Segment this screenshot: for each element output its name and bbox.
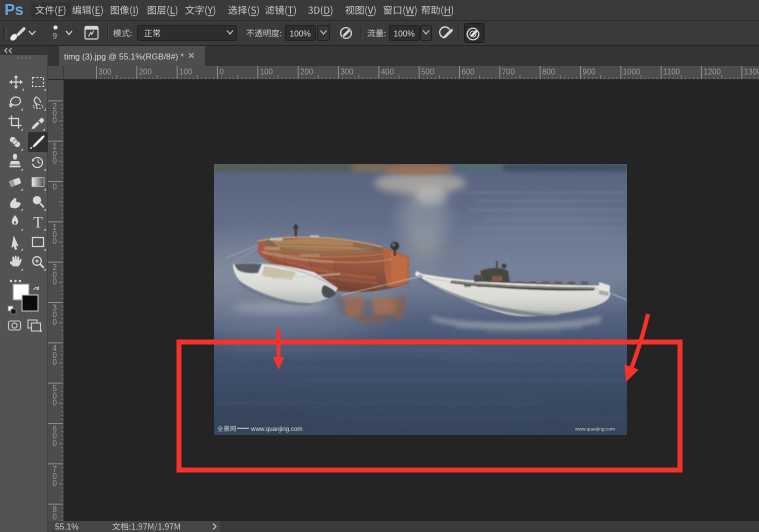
svg-text:300: 300 [99, 68, 113, 77]
svg-text:0: 0 [53, 183, 58, 192]
svg-text:0: 0 [53, 278, 58, 287]
svg-text:200: 200 [300, 68, 314, 77]
svg-text:400: 400 [381, 68, 395, 77]
svg-text:500: 500 [421, 68, 435, 77]
svg-text:100%: 100% [394, 28, 416, 38]
svg-text:timg (3).jpg @ 55.1%(RGB/8#) *: timg (3).jpg @ 55.1%(RGB/8#) * [64, 52, 184, 62]
svg-text:100: 100 [260, 68, 274, 77]
svg-text:300: 300 [341, 68, 355, 77]
svg-text:Ps: Ps [5, 2, 24, 19]
svg-text:800: 800 [542, 68, 556, 77]
svg-text:1000: 1000 [623, 68, 641, 77]
svg-text:1200: 1200 [704, 68, 722, 77]
svg-text:0: 0 [53, 358, 58, 367]
svg-text:100: 100 [179, 68, 193, 77]
svg-text:1300: 1300 [744, 68, 759, 77]
svg-text:0: 0 [53, 479, 58, 488]
svg-text:100%: 100% [290, 28, 312, 38]
svg-text:0: 0 [53, 512, 58, 521]
svg-text:0: 0 [53, 157, 58, 166]
svg-text:0: 0 [53, 439, 58, 448]
svg-text:700: 700 [502, 68, 516, 77]
svg-text:1100: 1100 [663, 68, 680, 77]
svg-text:900: 900 [583, 68, 597, 77]
svg-text:0: 0 [53, 237, 58, 246]
svg-text:0: 0 [53, 116, 58, 125]
svg-text:600: 600 [462, 68, 476, 77]
svg-text:55.1%: 55.1% [55, 522, 79, 532]
svg-text:T: T [33, 215, 43, 232]
svg-text:200: 200 [139, 68, 153, 77]
svg-text:0: 0 [220, 68, 225, 77]
svg-text:0: 0 [53, 399, 58, 408]
svg-text:0: 0 [53, 318, 58, 327]
